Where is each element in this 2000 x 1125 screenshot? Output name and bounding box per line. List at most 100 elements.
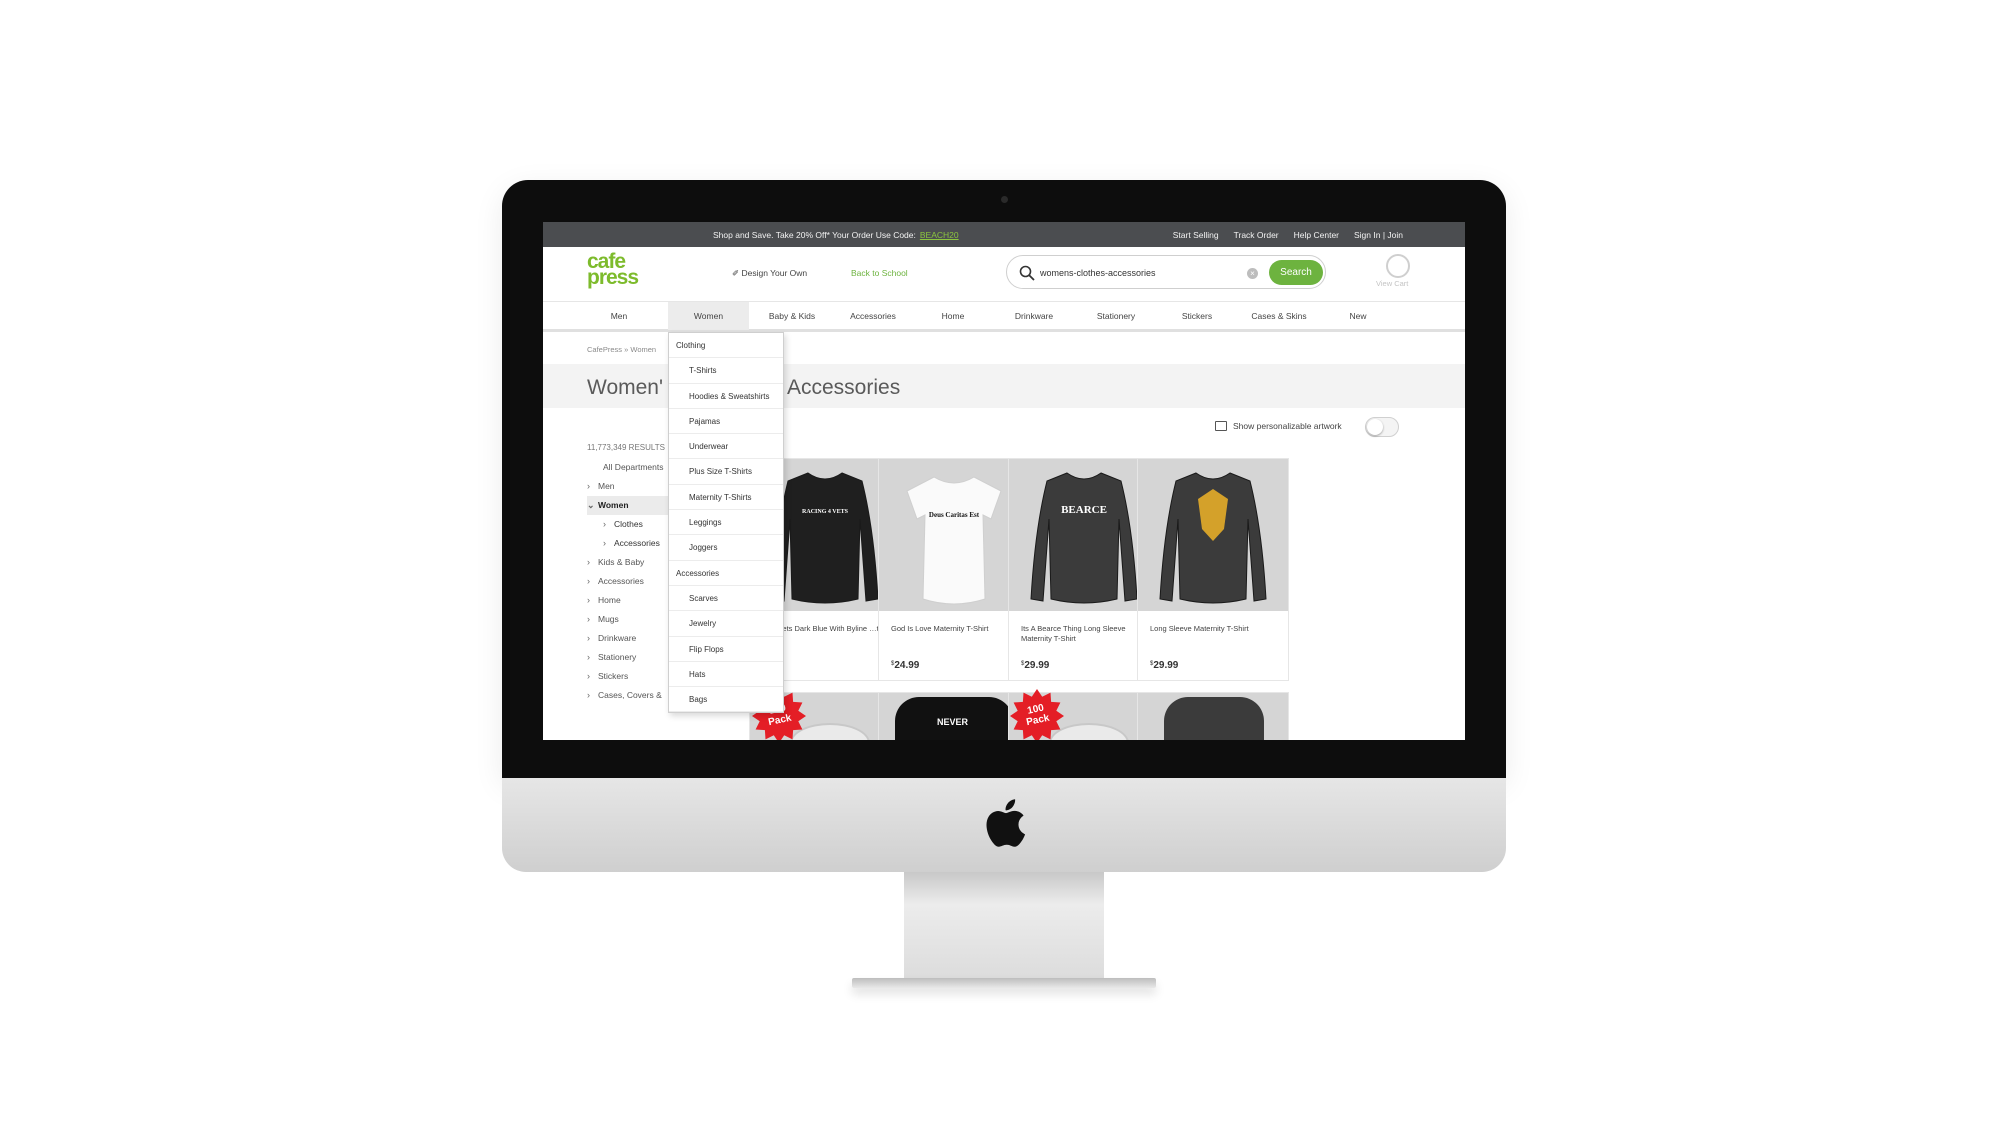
nav-stationery[interactable]: Stationery — [1081, 302, 1151, 330]
price-value: 24.99 — [894, 660, 920, 671]
dropdown-item[interactable]: Joggers — [669, 535, 783, 561]
dropdown-item[interactable]: Plus Size T-Shirts — [669, 459, 783, 485]
nav-cases-skins[interactable]: Cases & Skins — [1243, 302, 1315, 330]
dropdown-heading[interactable]: Accessories — [669, 561, 783, 586]
personalize-control: Show personalizable artwork — [1215, 421, 1342, 431]
filter-label: Accessories — [614, 538, 660, 548]
nav-new[interactable]: New — [1323, 302, 1393, 330]
chevron-right-icon: › — [587, 652, 590, 662]
filter-label: Kids & Baby — [598, 557, 645, 567]
help-center-link[interactable]: Help Center — [1294, 230, 1339, 240]
product-price: $29.99 — [1021, 660, 1049, 671]
toggle-knob — [1367, 419, 1383, 435]
breadcrumb-women[interactable]: Women — [630, 345, 656, 354]
product-price: $24.99 — [891, 660, 919, 671]
search-bar: × Search — [1006, 255, 1326, 289]
product-image[interactable]: NEVER — [879, 693, 1029, 740]
nav-baby-kids[interactable]: Baby & Kids — [757, 302, 827, 330]
dropdown-item[interactable]: Maternity T-Shirts — [669, 485, 783, 511]
personalize-toggle[interactable] — [1365, 417, 1399, 437]
promo-message: Shop and Save. Take 20% Off* Your Order … — [713, 230, 916, 240]
start-selling-link[interactable]: Start Selling — [1173, 230, 1219, 240]
filter-label: Accessories — [598, 576, 644, 586]
search-button[interactable]: Search — [1269, 260, 1323, 285]
product-image[interactable]: Deus Caritas Est — [879, 459, 1029, 611]
chevron-right-icon: › — [587, 557, 590, 567]
dropdown-item[interactable]: Pajamas — [669, 409, 783, 435]
chevron-right-icon: › — [587, 671, 590, 681]
filter-label: Men — [598, 481, 615, 491]
breadcrumb: CafePress » Women — [587, 345, 656, 354]
view-cart-label[interactable]: View Cart — [1376, 279, 1408, 288]
dropdown-item[interactable]: Leggings — [669, 510, 783, 536]
chevron-right-icon: › — [603, 519, 606, 529]
nav-women[interactable]: Women — [668, 302, 749, 330]
promo-code-link[interactable]: BEACH20 — [920, 230, 959, 240]
dropdown-heading[interactable]: Clothing — [669, 333, 783, 359]
women-dropdown-menu: Clothing T-Shirts Hoodies & Sweatshirts Paj… — [668, 332, 784, 713]
promo-bar: Shop and Save. Take 20% Off* Your Order … — [543, 222, 1465, 247]
filter-label: Stickers — [598, 671, 629, 681]
clear-search-icon[interactable]: × — [1247, 268, 1258, 279]
nav-accessories[interactable]: Accessories — [838, 302, 908, 330]
product-image[interactable] — [1138, 459, 1288, 611]
price-value: 29.99 — [1024, 660, 1050, 671]
chevron-down-icon: ⌄ — [587, 500, 595, 510]
filter-label: All Departments — [603, 462, 664, 472]
category-nav: Men Women Baby & Kids Accessories Home D… — [543, 301, 1465, 332]
product-image[interactable] — [1138, 693, 1288, 740]
shirt-graphic: Deus Caritas Est — [906, 476, 1002, 605]
filter-label: Home — [598, 595, 621, 605]
product-name[interactable]: Its A Bearce Thing Long Sleeve Maternity… — [1021, 624, 1151, 644]
artwork-icon — [1215, 421, 1227, 431]
product-card[interactable] — [1137, 692, 1289, 740]
product-name[interactable]: God Is Love Maternity T-Shirt — [891, 624, 1021, 634]
nav-home[interactable]: Home — [918, 302, 988, 330]
dropdown-item[interactable]: Hoodies & Sweatshirts — [669, 384, 783, 409]
back-to-school-link[interactable]: Back to School — [851, 268, 908, 278]
page-title-continued: Accessories — [787, 376, 901, 399]
dropdown-item[interactable]: Underwear — [669, 434, 783, 460]
search-input[interactable] — [1040, 265, 1240, 281]
shirt-graphic: NEVER — [895, 697, 1013, 740]
dropdown-item[interactable]: Flip Flops — [669, 637, 783, 662]
design-your-own-link[interactable]: ✐ Design Your Own — [732, 268, 807, 279]
chevron-right-icon: › — [587, 595, 590, 605]
shirt-graphic — [1164, 697, 1264, 740]
page-title: Women' — [587, 376, 663, 399]
product-name[interactable]: Long Sleeve Maternity T-Shirt — [1150, 624, 1280, 634]
dropdown-item[interactable]: Hats — [669, 662, 783, 688]
dropdown-item[interactable]: Scarves — [669, 586, 783, 612]
svg-text:BEARCE: BEARCE — [1061, 504, 1107, 516]
shirt-graphic — [1159, 472, 1267, 604]
svg-text:Deus Caritas Est: Deus Caritas Est — [929, 511, 980, 519]
chevron-right-icon: › — [587, 690, 590, 700]
cafepress-logo[interactable]: cafe press — [587, 251, 639, 288]
sign-in-join-link[interactable]: Sign In | Join — [1354, 230, 1403, 240]
chevron-right-icon: › — [587, 614, 590, 624]
hundred-pack-badge: 100Pack — [1010, 689, 1064, 740]
nav-stickers[interactable]: Stickers — [1162, 302, 1232, 330]
search-icon — [1019, 265, 1035, 281]
cart-icon[interactable] — [1386, 254, 1410, 278]
dropdown-item[interactable]: T-Shirts — [669, 358, 783, 384]
filter-label: Stationery — [598, 652, 637, 662]
imac-stand-base — [852, 978, 1156, 988]
filter-label: Cases, Covers & — [598, 690, 662, 700]
dropdown-item[interactable]: Bags — [669, 687, 783, 713]
browser-screen: Shop and Save. Take 20% Off* Your Order … — [543, 222, 1465, 740]
chevron-right-icon: › — [587, 633, 590, 643]
nav-men[interactable]: Men — [587, 302, 651, 330]
imac-stand — [904, 872, 1104, 980]
shirt-print-text: NEVER — [937, 717, 969, 727]
product-card[interactable]: Long Sleeve Maternity T-Shirt $29.99 — [1137, 458, 1289, 681]
track-order-link[interactable]: Track Order — [1234, 230, 1279, 240]
promo-text: Shop and Save. Take 20% Off* Your Order … — [713, 230, 959, 240]
filter-label: Drinkware — [598, 633, 637, 643]
apple-logo-icon — [986, 799, 1026, 847]
breadcrumb-separator: » — [624, 345, 629, 354]
nav-drinkware[interactable]: Drinkware — [999, 302, 1069, 330]
breadcrumb-home[interactable]: CafePress — [587, 345, 622, 354]
dropdown-item[interactable]: Jewelry — [669, 611, 783, 637]
personalize-label: Show personalizable artwork — [1233, 421, 1342, 431]
